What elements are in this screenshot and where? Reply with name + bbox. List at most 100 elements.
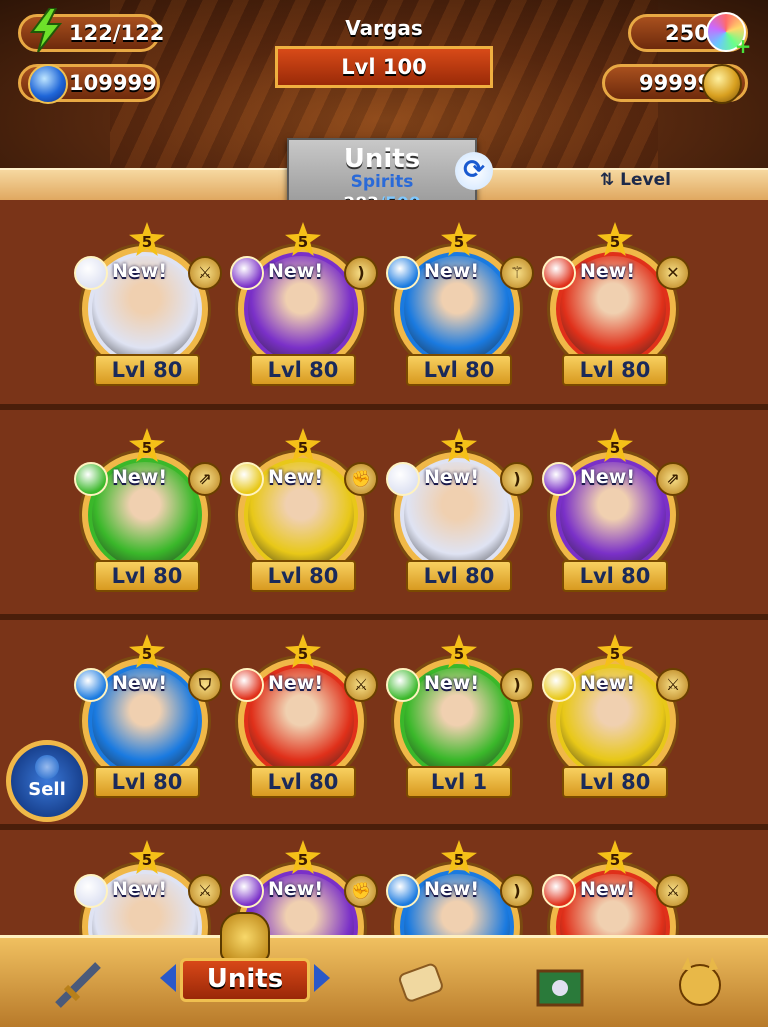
- gold-coin-icon: [702, 64, 742, 104]
- unit-slot[interactable]: 5)New!Lvl 80: [228, 218, 378, 408]
- element-light-icon: [386, 462, 420, 496]
- sword-icon: ⚔: [656, 874, 690, 908]
- unit-level: Lvl 80: [94, 354, 200, 386]
- unit-slot[interactable]: 5 ⇗ New! Lvl 80: [72, 424, 222, 614]
- element-dark-icon: [230, 874, 264, 908]
- new-badge: New!: [424, 878, 480, 900]
- sword-icon: ⚔: [188, 256, 222, 290]
- unit-slot[interactable]: 5⚔New!Lvl 80: [72, 218, 222, 408]
- new-badge: New!: [268, 672, 324, 694]
- nav-units-button[interactable]: Units: [160, 908, 330, 1020]
- nav-units-label: Units: [180, 958, 310, 1002]
- player-level: Lvl 100: [275, 46, 493, 88]
- energy-value: 122/122: [69, 21, 165, 45]
- unit-level: Lvl 80: [406, 354, 512, 386]
- crossed-swords-icon: ✕: [656, 256, 690, 290]
- shop-sign-icon: [536, 969, 584, 1006]
- unit-level: Lvl 80: [562, 766, 668, 798]
- unit-slot[interactable]: 5) New! Lvl 1: [384, 630, 534, 820]
- sword-icon: ⚔: [188, 874, 222, 908]
- nav-quest-button[interactable]: [20, 938, 140, 1027]
- element-dark-icon: [542, 462, 576, 496]
- bow-icon: ): [500, 668, 534, 702]
- fist-icon: ✊: [344, 462, 378, 496]
- bottom-nav: Units: [0, 912, 768, 1027]
- unit-slot[interactable]: 5 ⇗ New! Lvl 80: [540, 424, 690, 614]
- sort-arrows-icon: ⇅: [600, 170, 615, 190]
- unit-level: Lvl 80: [562, 354, 668, 386]
- spear-icon: ⇗: [188, 462, 222, 496]
- nav-summon-button[interactable]: [360, 938, 480, 1027]
- sell-label: Sell: [28, 779, 66, 800]
- nav-menu-button[interactable]: [640, 938, 760, 1027]
- unit-slot[interactable]: 5⚔New!Lvl 80: [540, 630, 690, 820]
- sell-button[interactable]: Sell: [6, 740, 88, 822]
- element-water-icon: [74, 668, 108, 702]
- spear-icon: ⇗: [656, 462, 690, 496]
- unit-level: Lvl 1: [406, 766, 512, 798]
- unit-slot[interactable]: 5 ⛉ New! Lvl 80: [72, 630, 222, 820]
- element-earth-icon: [74, 462, 108, 496]
- element-water-icon: [386, 256, 420, 290]
- element-fire-icon: [230, 668, 264, 702]
- nav-prev-arrow-icon[interactable]: [160, 964, 176, 992]
- unit-slot[interactable]: 5⚔New!Lvl 80: [228, 630, 378, 820]
- new-badge: New!: [268, 466, 324, 488]
- unit-slot[interactable]: 5 ⚚ New! Lvl 80: [384, 218, 534, 408]
- rainbow-gem-value: 250: [665, 21, 709, 45]
- fist-icon: ✊: [344, 874, 378, 908]
- unit-level: Lvl 80: [562, 560, 668, 592]
- refresh-sort-icon[interactable]: ⟳: [455, 152, 493, 190]
- new-badge: New!: [424, 260, 480, 282]
- nav-next-arrow-icon[interactable]: [314, 964, 330, 992]
- panel-subtitle: Spirits: [350, 172, 414, 192]
- new-badge: New!: [580, 672, 636, 694]
- element-dark-icon: [230, 256, 264, 290]
- unit-grid: 5 ⚔ New! Lvl 80 5) New! Lvl 80 5 ⚚ New! Lvl 80 5 ✕ Ne…: [0, 200, 768, 1004]
- knight-helmet-icon: [220, 912, 270, 962]
- nav-shop-button[interactable]: [500, 938, 620, 1027]
- sword-icon: [55, 961, 101, 1008]
- sort-level-label: Level: [620, 170, 671, 190]
- unit-slot[interactable]: 5 ✕ New! Lvl 80: [540, 218, 690, 408]
- sword-icon: ⚔: [344, 668, 378, 702]
- unit-slot[interactable]: 5)New!Lvl 80: [384, 424, 534, 614]
- element-earth-icon: [386, 668, 420, 702]
- lightning-icon: [28, 7, 64, 53]
- bow-icon: ): [344, 256, 378, 290]
- sort-level-button[interactable]: ⇅ Level: [600, 170, 671, 190]
- scroll-icon: [398, 963, 443, 1002]
- unit-level: Lvl 80: [406, 560, 512, 592]
- unit-level: Lvl 80: [94, 766, 200, 798]
- new-badge: New!: [112, 466, 168, 488]
- staff-icon: ⚚: [500, 256, 534, 290]
- element-light-icon: [74, 874, 108, 908]
- sword-icon: ⚔: [656, 668, 690, 702]
- blue-orb-icon: [28, 64, 68, 104]
- new-badge: New!: [268, 260, 324, 282]
- panel-title: Units: [343, 144, 421, 174]
- unit-level: Lvl 80: [250, 560, 356, 592]
- new-badge: New!: [424, 466, 480, 488]
- unit-slot[interactable]: 5 ✊ New! Lvl 80: [228, 424, 378, 614]
- new-badge: New!: [580, 260, 636, 282]
- unit-level: Lvl 80: [250, 766, 356, 798]
- new-badge: New!: [112, 878, 168, 900]
- new-badge: New!: [112, 260, 168, 282]
- sell-orb-icon: [35, 755, 59, 779]
- monster-icon: [679, 956, 721, 1006]
- element-fire-icon: [542, 256, 576, 290]
- new-badge: New!: [268, 878, 324, 900]
- element-thunder-icon: [230, 462, 264, 496]
- player-name: Vargas: [345, 16, 423, 40]
- add-gem-icon[interactable]: +: [734, 36, 752, 56]
- new-badge: New!: [580, 878, 636, 900]
- blue-gem-value: 109999: [69, 71, 157, 95]
- unit-level: Lvl 80: [94, 560, 200, 592]
- new-badge: New!: [580, 466, 636, 488]
- element-light-icon: [74, 256, 108, 290]
- element-water-icon: [386, 874, 420, 908]
- element-thunder-icon: [542, 668, 576, 702]
- new-badge: New!: [424, 672, 480, 694]
- element-fire-icon: [542, 874, 576, 908]
